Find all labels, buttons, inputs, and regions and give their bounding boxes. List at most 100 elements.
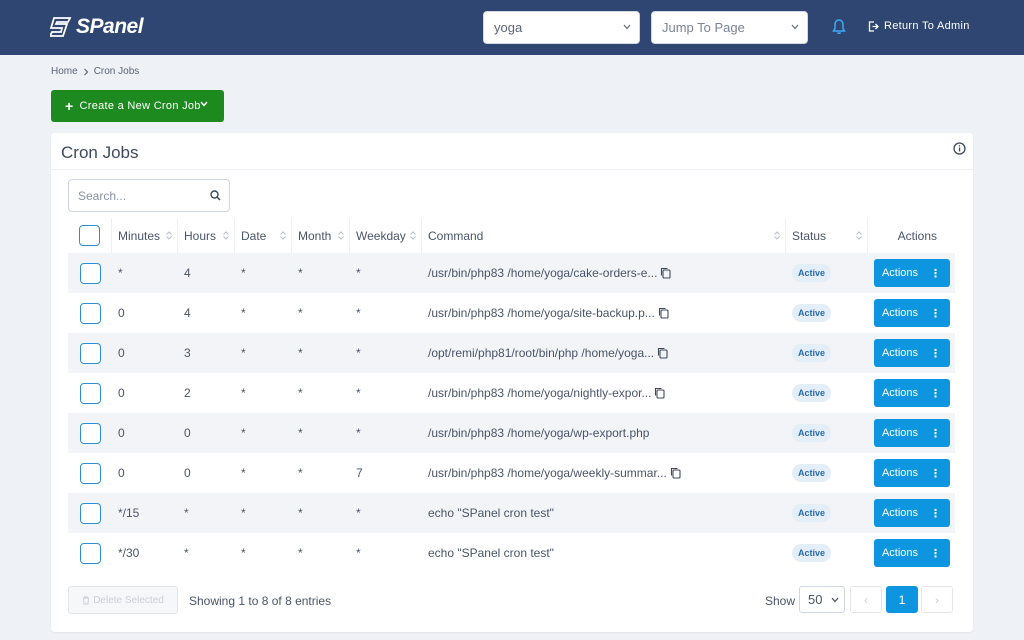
cell-command: /usr/bin/php83 /home/yoga/nightly-expor.… <box>422 373 786 413</box>
copy-icon[interactable] <box>670 467 681 479</box>
cell-minutes: 0 <box>118 346 125 360</box>
kebab-icon: ⋮ <box>930 507 942 520</box>
breadcrumb-home[interactable]: Home <box>51 66 78 77</box>
page-size-value: 50 <box>808 592 823 607</box>
cell-date: * <box>241 466 246 480</box>
cell-hours: 3 <box>184 346 191 360</box>
select-all-checkbox[interactable] <box>79 225 100 246</box>
cell-weekday: * <box>356 546 361 560</box>
actions-button[interactable]: Actions ⋮ <box>873 259 950 287</box>
column-header-status[interactable]: Status <box>786 218 868 253</box>
create-cron-job-button[interactable]: + Create a New Cron Job <box>51 90 224 122</box>
delete-selected-button[interactable]: Delete Selected <box>68 586 178 614</box>
kebab-icon: ⋮ <box>930 427 942 440</box>
copy-icon[interactable] <box>654 387 666 399</box>
row-checkbox[interactable] <box>79 502 101 524</box>
actions-button[interactable]: Actions ⋮ <box>873 459 950 487</box>
delete-selected-label: Delete Selected <box>93 594 164 606</box>
status-badge: Active <box>792 544 832 562</box>
cell-date: * <box>241 546 246 560</box>
pagination-previous[interactable]: ‹ <box>850 586 882 613</box>
copy-icon[interactable] <box>657 347 668 359</box>
row-select-cell <box>68 533 112 573</box>
search-icon <box>210 190 221 201</box>
copy-icon[interactable] <box>658 307 669 319</box>
row-select-cell <box>68 293 112 333</box>
actions-button[interactable]: Actions ⋮ <box>873 299 950 327</box>
pagination-next[interactable]: › <box>921 586 953 613</box>
cell-hours: * <box>184 506 189 520</box>
cell-weekday: 7 <box>356 466 363 480</box>
jump-to-page-select[interactable]: Jump To Page <box>651 11 808 44</box>
spanel-logo[interactable]: SPanel <box>50 14 144 40</box>
column-header-command[interactable]: Command <box>422 218 786 253</box>
cell-date: * <box>241 306 246 320</box>
actions-button[interactable]: Actions ⋮ <box>873 419 950 447</box>
column-header-actions: Actions <box>897 228 937 243</box>
sort-icon <box>774 231 780 240</box>
column-header-minutes[interactable]: Minutes <box>112 218 178 253</box>
actions-button[interactable]: Actions ⋮ <box>873 379 950 407</box>
cell-hours: 0 <box>184 426 191 440</box>
kebab-icon: ⋮ <box>930 347 942 360</box>
cell-minutes: 0 <box>118 466 125 480</box>
user-select[interactable]: yoga <box>483 11 640 44</box>
cell-weekday: * <box>356 506 361 520</box>
cell-actions: Actions ⋮ <box>868 533 955 573</box>
bell-icon[interactable] <box>830 18 848 36</box>
page-size-select[interactable]: 50 <box>799 586 845 613</box>
row-checkbox[interactable] <box>79 462 101 484</box>
cell-weekday: * <box>356 386 361 400</box>
pagination-page-1[interactable]: 1 <box>886 586 918 613</box>
table-row: 0 3 * * * /opt/remi/php81/root/bin/php /home/… <box>68 333 955 373</box>
chevron-right-icon: › <box>935 592 939 607</box>
row-checkbox[interactable] <box>79 422 101 444</box>
row-checkbox[interactable] <box>79 262 101 284</box>
cell-status: Active <box>786 333 868 373</box>
command-text: /opt/remi/php81/root/bin/php /home/yoga.… <box>428 346 655 360</box>
cell-month: * <box>298 466 303 480</box>
cell-command: /usr/bin/php83 /home/yoga/wp-export.php <box>422 413 786 453</box>
command-text: echo "SPanel cron test" <box>428 506 554 520</box>
actions-label: Actions <box>881 547 919 559</box>
sort-icon <box>280 231 286 240</box>
row-checkbox[interactable] <box>79 342 101 364</box>
chevron-left-icon: ‹ <box>864 592 868 607</box>
cell-month: * <box>298 506 303 520</box>
cell-command: /usr/bin/php83 /home/yoga/weekly-summar.… <box>422 453 786 493</box>
copy-icon[interactable] <box>660 267 672 279</box>
column-header-date[interactable]: Date <box>235 218 292 253</box>
column-header-month[interactable]: Month <box>292 218 350 253</box>
column-header-hours[interactable]: Hours <box>178 218 235 253</box>
cell-minutes: 0 <box>118 386 125 400</box>
actions-label: Actions <box>881 267 919 279</box>
sort-icon <box>410 231 416 240</box>
actions-button[interactable]: Actions ⋮ <box>873 539 950 567</box>
chevron-down-icon <box>791 24 799 30</box>
row-checkbox[interactable] <box>79 382 101 404</box>
cell-month: * <box>298 306 303 320</box>
table-header-row: Minutes Hours Date Month Weekday Command… <box>68 218 955 253</box>
select-all-cell <box>68 218 112 253</box>
top-navbar: SPanel yoga Jump To Page Return To Admin <box>0 0 1024 55</box>
search-input[interactable]: Search... <box>68 179 230 212</box>
chevron-down-icon <box>200 101 208 107</box>
return-to-admin-link[interactable]: Return To Admin <box>868 20 970 32</box>
info-icon[interactable] <box>953 142 966 155</box>
cell-actions: Actions ⋮ <box>868 253 955 293</box>
chevron-down-icon <box>623 24 631 30</box>
row-select-cell <box>68 373 112 413</box>
command-text: /usr/bin/php83 /home/yoga/wp-export.php <box>428 426 650 440</box>
actions-button[interactable]: Actions ⋮ <box>873 499 950 527</box>
cell-minutes: 0 <box>118 426 125 440</box>
row-select-cell <box>68 453 112 493</box>
cron-jobs-card: Cron Jobs Search... Minutes Hours Date M… <box>51 133 973 632</box>
page-size-label: Show <box>765 594 796 608</box>
table-footer: Delete Selected Showing 1 to 8 of 8 entr… <box>68 586 955 616</box>
column-header-weekday[interactable]: Weekday <box>350 218 422 253</box>
actions-button[interactable]: Actions ⋮ <box>873 339 950 367</box>
kebab-icon: ⋮ <box>930 267 942 280</box>
row-checkbox[interactable] <box>79 302 101 324</box>
create-cron-job-label: Create a New Cron Job <box>79 100 201 112</box>
row-checkbox[interactable] <box>79 542 101 564</box>
